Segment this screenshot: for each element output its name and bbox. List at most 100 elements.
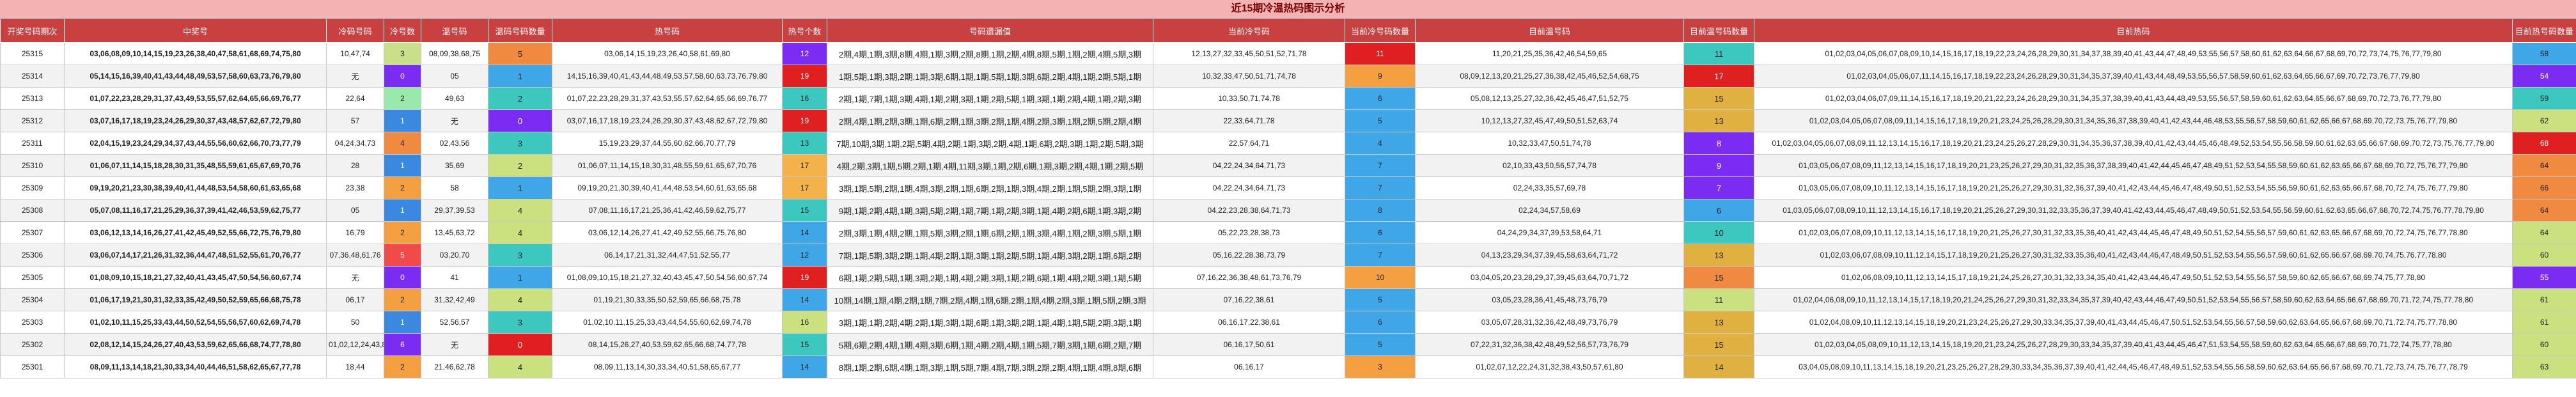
table-cell: 01,02,10,11,15,25,33,43,44,54,55,60,62,6… [552, 311, 783, 334]
table-cell: 15,19,23,29,37,44,55,60,62,66,70,77,79 [552, 132, 783, 155]
count-badge: 9 [1683, 154, 1754, 177]
table-cell: 22,33,64,71,78 [1153, 109, 1345, 132]
table-cell: 22,57,64,71 [1153, 132, 1345, 155]
count-badge: 1 [384, 109, 421, 132]
count-badge: 54 [2512, 65, 2576, 88]
table-cell: 05 [326, 199, 384, 222]
column-header: 冷号数 [384, 19, 421, 43]
table-cell: 01,02,04,06,08,09,10,11,12,13,14,15,17,1… [1754, 288, 2513, 311]
count-badge: 2 [384, 87, 421, 110]
count-badge: 5 [1345, 109, 1416, 132]
table-cell: 25301 [0, 355, 65, 378]
table-row: 25311 02,04,15,19,23,24,29,34,37,43,44,55… [0, 132, 2576, 155]
table-cell: 25306 [0, 244, 65, 267]
table-cell: 8期,1期,2期,6期,4期,1期,3期,1期,5期,7期,4期,7期,3期,2… [827, 355, 1153, 378]
table-cell: 01,02,03,04,05,06,07,11,14,15,16,17,18,1… [1754, 65, 2513, 88]
table-cell: 10,32,33,47,50,51,74,78 [1415, 132, 1684, 155]
table-cell: 02,08,12,14,15,24,26,27,40,43,53,59,62,6… [64, 333, 327, 356]
table-cell: 无 [326, 266, 384, 289]
table-row: 25312 03,07,16,17,18,19,23,24,26,29,30,37… [0, 109, 2576, 132]
count-badge: 58 [2512, 42, 2576, 65]
table-cell: 01,06,07,11,14,15,18,28,30,31,35,48,55,5… [64, 154, 327, 177]
count-badge: 5 [488, 42, 552, 65]
table-cell: 08,14,15,26,27,40,53,59,62,65,66,68,74,7… [552, 333, 783, 356]
table-cell: 04,13,23,29,34,37,39,45,58,63,64,71,72 [1415, 244, 1684, 267]
count-badge: 19 [782, 266, 827, 289]
table-cell: 25307 [0, 221, 65, 244]
count-badge: 3 [384, 42, 421, 65]
table-cell: 05,16,22,28,38,73,79 [1153, 244, 1345, 267]
table-cell: 01,02,10,11,15,25,33,43,44,50,52,54,55,5… [64, 311, 327, 334]
table-cell: 31,32,42,49 [421, 288, 488, 311]
table-cell: 06,17 [326, 288, 384, 311]
count-badge: 12 [782, 244, 827, 267]
column-header: 中奖号 [64, 19, 327, 43]
count-badge: 68 [2512, 132, 2576, 155]
table-cell: 05 [421, 65, 488, 88]
count-badge: 17 [1683, 65, 1754, 88]
count-badge: 7 [1345, 176, 1416, 199]
table-cell: 04,22,23,28,38,64,71,73 [1153, 199, 1345, 222]
table-cell: 1期,5期,1期,3期,2期,1期,3期,6期,1期,1期,5期,1期,3期,6… [827, 65, 1153, 88]
count-badge: 64 [2512, 154, 2576, 177]
table-cell: 02,10,33,43,50,56,57,74,78 [1415, 154, 1684, 177]
table-cell: 01,02,03,04,05,06,07,08,09,11,14,15,16,1… [1754, 109, 2513, 132]
table-cell: 07,22,31,32,36,38,42,48,49,52,56,57,73,7… [1415, 333, 1684, 356]
table-cell: 03,07,16,17,18,19,23,24,26,29,30,37,43,4… [64, 109, 327, 132]
table-cell: 02,24,34,57,58,69 [1415, 199, 1684, 222]
table-cell: 14,15,16,39,40,41,43,44,48,49,53,57,58,6… [552, 65, 783, 88]
table-cell: 12,13,27,32,33,45,50,51,52,71,78 [1153, 42, 1345, 65]
table-cell: 5期,6期,2期,4期,1期,4期,3期,6期,1期,4期,2期,4期,1期,5… [827, 333, 1153, 356]
table-cell: 16,79 [326, 221, 384, 244]
table-cell: 03,06,12,14,26,27,41,42,49,52,55,66,75,7… [552, 221, 783, 244]
table-cell: 01,02,07,12,22,24,31,32,38,43,50,57,61,8… [1415, 355, 1684, 378]
count-badge: 16 [782, 311, 827, 334]
count-badge: 15 [782, 199, 827, 222]
count-badge: 6 [1345, 87, 1416, 110]
count-badge: 1 [384, 199, 421, 222]
count-badge: 2 [384, 221, 421, 244]
count-badge: 0 [488, 109, 552, 132]
table-cell: 01,02,03,04,05,08,09,10,11,12,13,14,15,1… [1754, 333, 2513, 356]
table-cell: 06,16,17,22,38,61 [1153, 311, 1345, 334]
count-badge: 6 [1683, 199, 1754, 222]
count-badge: 63 [2512, 355, 2576, 378]
table-cell: 25302 [0, 333, 65, 356]
table-cell: 01,08,09,10,15,18,21,27,32,40,43,45,47,5… [552, 266, 783, 289]
table-cell: 01,06,17,19,21,30,31,32,33,35,42,49,50,5… [64, 288, 327, 311]
analysis-table: 开奖号码期次 中奖号 冷码号码 冷号数 温号码 温码号码数量 热号码 热号个数 号码遗漏值 当前冷… [0, 19, 2576, 378]
table-cell: 28 [326, 154, 384, 177]
count-badge: 10 [1345, 266, 1416, 289]
table-row: 25309 09,19,20,21,23,30,38,39,40,41,44,48… [0, 176, 2576, 199]
count-badge: 11 [1683, 288, 1754, 311]
table-cell: 25313 [0, 87, 65, 110]
count-badge: 64 [2512, 199, 2576, 222]
count-badge: 4 [488, 288, 552, 311]
table-cell: 04,22,24,34,64,71,73 [1153, 154, 1345, 177]
count-badge: 19 [782, 65, 827, 88]
table-cell: 04,22,24,34,64,71,73 [1153, 176, 1345, 199]
table-cell: 25304 [0, 288, 65, 311]
count-badge: 7 [1345, 244, 1416, 267]
count-badge: 13 [1683, 244, 1754, 267]
count-badge: 4 [488, 221, 552, 244]
column-header: 当前冷号码数量 [1345, 19, 1416, 43]
table-row: 25305 01,08,09,10,15,18,21,27,32,40,41,43… [0, 266, 2576, 289]
table-cell: 7期,1期,5期,3期,2期,1期,4期,2期,1期,3期,1期,2期,5期,1… [827, 244, 1153, 267]
count-badge: 12 [782, 42, 827, 65]
table-cell: 23,38 [326, 176, 384, 199]
table-cell: 58 [421, 176, 488, 199]
count-badge: 5 [384, 244, 421, 267]
count-badge: 17 [782, 176, 827, 199]
table-row: 25308 05,07,08,11,16,17,21,25,29,36,37,39… [0, 199, 2576, 222]
count-badge: 17 [782, 154, 827, 177]
table-cell: 2期,3期,1期,4期,2期,1期,5期,3期,2期,1期,6期,2期,1期,3… [827, 221, 1153, 244]
table-cell: 06,14,17,21,31,32,44,47,51,52,55,77 [552, 244, 783, 267]
count-badge: 5 [1345, 333, 1416, 356]
count-badge: 3 [488, 244, 552, 267]
count-badge: 2 [384, 288, 421, 311]
table-cell: 18,44 [326, 355, 384, 378]
table-cell: 04,24,29,34,37,39,53,58,64,71 [1415, 221, 1684, 244]
column-header: 温码号码数量 [488, 19, 552, 43]
count-badge: 4 [488, 199, 552, 222]
